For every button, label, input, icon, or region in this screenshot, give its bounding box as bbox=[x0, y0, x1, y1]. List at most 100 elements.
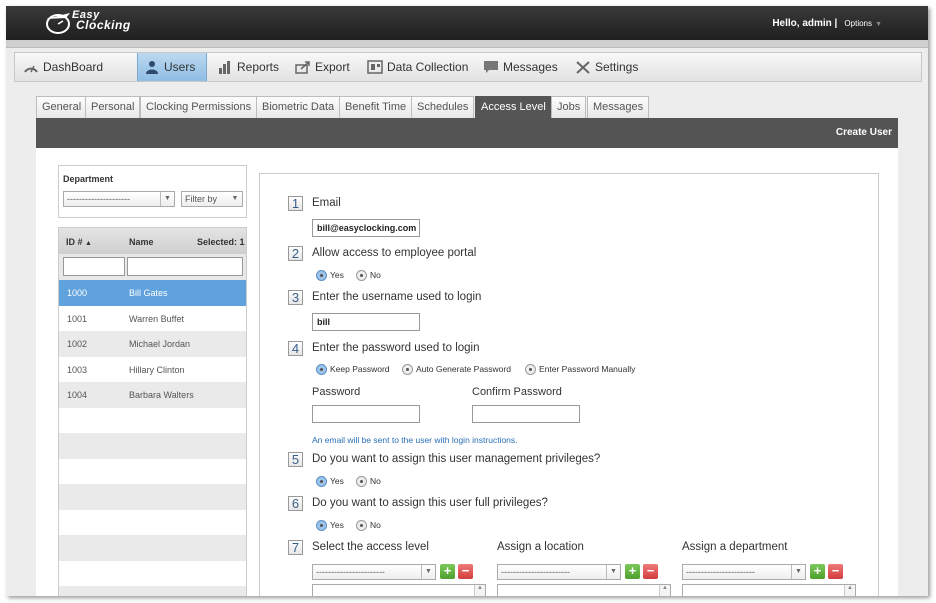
nav-users[interactable]: Users bbox=[137, 53, 207, 81]
radio-icon bbox=[402, 364, 413, 375]
nav-label: Data Collection bbox=[387, 60, 468, 74]
username-field[interactable]: bill bbox=[312, 313, 420, 331]
password-question-label: Enter the password used to login bbox=[312, 342, 480, 354]
tab-messages[interactable]: Messages bbox=[587, 96, 649, 118]
chevron-down-icon: ▼ bbox=[606, 565, 620, 579]
radio-checked-icon bbox=[316, 520, 327, 531]
bar-chart-icon bbox=[217, 60, 233, 74]
tab-personal[interactable]: Personal bbox=[85, 96, 140, 118]
nav-data-collection[interactable]: Data Collection bbox=[361, 53, 473, 81]
tab-benefit-time[interactable]: Benefit Time bbox=[339, 96, 412, 118]
department-list[interactable]: ▲ bbox=[682, 584, 856, 596]
add-location-button[interactable]: + bbox=[625, 564, 640, 579]
location-select[interactable]: ----------------------- ▼ bbox=[497, 564, 621, 580]
radio-checked-icon bbox=[316, 270, 327, 281]
location-list[interactable]: ▲ bbox=[497, 584, 671, 596]
table-row[interactable]: 1004Barbara Walters bbox=[59, 382, 246, 408]
step-number: 3 bbox=[288, 290, 303, 305]
tab-general[interactable]: General bbox=[36, 96, 87, 118]
department-label: Department bbox=[63, 174, 113, 184]
header-strip bbox=[6, 40, 928, 48]
portal-access-label: Allow access to employee portal bbox=[312, 247, 476, 259]
selected-count: Selected: 1 bbox=[197, 237, 245, 247]
empty-row bbox=[59, 510, 246, 536]
department-assign-select[interactable]: ----------------------- ▼ bbox=[682, 564, 806, 580]
access-level-list[interactable]: ▲ bbox=[312, 584, 486, 596]
tab-jobs[interactable]: Jobs bbox=[551, 96, 586, 118]
message-icon bbox=[483, 60, 499, 74]
enter-manually-radio[interactable]: Enter Password Manually bbox=[525, 364, 635, 375]
nav-label: DashBoard bbox=[43, 60, 103, 74]
user-icon bbox=[144, 60, 160, 74]
access-level-select[interactable]: ----------------------- ▼ bbox=[312, 564, 436, 580]
table-row[interactable]: 1003Hillary Clinton bbox=[59, 357, 246, 383]
scroll-up-icon[interactable]: ▲ bbox=[659, 585, 670, 596]
radio-checked-icon bbox=[316, 364, 327, 375]
column-id[interactable]: ID # ▲ bbox=[66, 237, 92, 247]
step-number: 2 bbox=[288, 246, 303, 261]
confirm-password-field[interactable] bbox=[472, 405, 580, 423]
access-level-form: 1 Email bill@easyclocking.com 2 Allow ac… bbox=[259, 173, 879, 596]
step-number: 7 bbox=[288, 540, 303, 555]
full-yes-radio[interactable]: Yes bbox=[316, 520, 344, 531]
email-label: Email bbox=[312, 197, 341, 209]
email-note: An email will be sent to the user with l… bbox=[312, 435, 518, 445]
nav-label: Messages bbox=[503, 60, 558, 74]
nav-label: Users bbox=[164, 60, 195, 74]
table-row[interactable]: 1001Warren Buffet bbox=[59, 306, 246, 332]
management-privileges-label: Do you want to assign this user manageme… bbox=[312, 453, 600, 465]
clock-logo-icon bbox=[44, 9, 74, 37]
chevron-down-icon: ▼ bbox=[421, 565, 435, 579]
name-filter-input[interactable] bbox=[127, 257, 243, 276]
nav-reports[interactable]: Reports bbox=[211, 53, 283, 81]
logo[interactable]: Easy Clocking bbox=[44, 9, 164, 37]
scroll-up-icon[interactable]: ▲ bbox=[474, 585, 485, 596]
user-list-header: ID # ▲ Name Selected: 1 bbox=[59, 228, 246, 254]
confirm-password-label: Confirm Password bbox=[472, 386, 562, 398]
department-assign-label: Assign a department bbox=[682, 541, 787, 553]
department-filter: Department --------------------- ▼ Filte… bbox=[58, 165, 247, 218]
column-name[interactable]: Name bbox=[129, 237, 154, 247]
chevron-down-icon[interactable]: ▼ bbox=[875, 21, 882, 28]
password-field[interactable] bbox=[312, 405, 420, 423]
remove-access-level-button[interactable]: − bbox=[458, 564, 473, 579]
id-filter-input[interactable] bbox=[63, 257, 125, 276]
keep-password-radio[interactable]: Keep Password bbox=[316, 364, 390, 375]
full-no-radio[interactable]: No bbox=[356, 520, 381, 531]
step-number: 6 bbox=[288, 496, 303, 511]
tab-biometric-data[interactable]: Biometric Data bbox=[256, 96, 340, 118]
step-number: 4 bbox=[288, 341, 303, 356]
chevron-down-icon: ▼ bbox=[228, 192, 242, 206]
tab-schedules[interactable]: Schedules bbox=[411, 96, 474, 118]
nav-settings[interactable]: Settings bbox=[569, 53, 649, 81]
empty-row bbox=[59, 484, 246, 510]
options-link[interactable]: Options bbox=[844, 19, 872, 28]
add-department-button[interactable]: + bbox=[810, 564, 825, 579]
filter-by-label: Filter by bbox=[185, 194, 217, 204]
radio-icon bbox=[356, 270, 367, 281]
remove-location-button[interactable]: − bbox=[643, 564, 658, 579]
nav-label: Reports bbox=[237, 60, 279, 74]
nav-export[interactable]: Export bbox=[289, 53, 357, 81]
tab-clocking-permissions[interactable]: Clocking Permissions bbox=[140, 96, 257, 118]
empty-row bbox=[59, 459, 246, 485]
portal-no-radio[interactable]: No bbox=[356, 270, 381, 281]
nav-messages[interactable]: Messages bbox=[477, 53, 561, 81]
scroll-up-icon[interactable]: ▲ bbox=[844, 585, 855, 596]
table-row[interactable]: 1002Michael Jordan bbox=[59, 331, 246, 357]
filter-by-select[interactable]: Filter by ▼ bbox=[181, 191, 243, 207]
create-user-button[interactable]: Create User bbox=[836, 127, 892, 138]
auto-generate-radio[interactable]: Auto Generate Password bbox=[402, 364, 511, 375]
empty-row bbox=[59, 535, 246, 561]
nav-dashboard[interactable]: DashBoard bbox=[17, 53, 107, 81]
management-yes-radio[interactable]: Yes bbox=[316, 476, 344, 487]
table-row[interactable]: 1000Bill Gates bbox=[59, 280, 246, 306]
portal-yes-radio[interactable]: Yes bbox=[316, 270, 344, 281]
user-menu: Hello, admin | Options ▼ bbox=[772, 17, 882, 29]
email-field[interactable]: bill@easyclocking.com bbox=[312, 219, 420, 237]
remove-department-button[interactable]: − bbox=[828, 564, 843, 579]
department-select[interactable]: --------------------- ▼ bbox=[63, 191, 175, 207]
tab-access-level[interactable]: Access Level bbox=[475, 96, 552, 118]
add-access-level-button[interactable]: + bbox=[440, 564, 455, 579]
management-no-radio[interactable]: No bbox=[356, 476, 381, 487]
